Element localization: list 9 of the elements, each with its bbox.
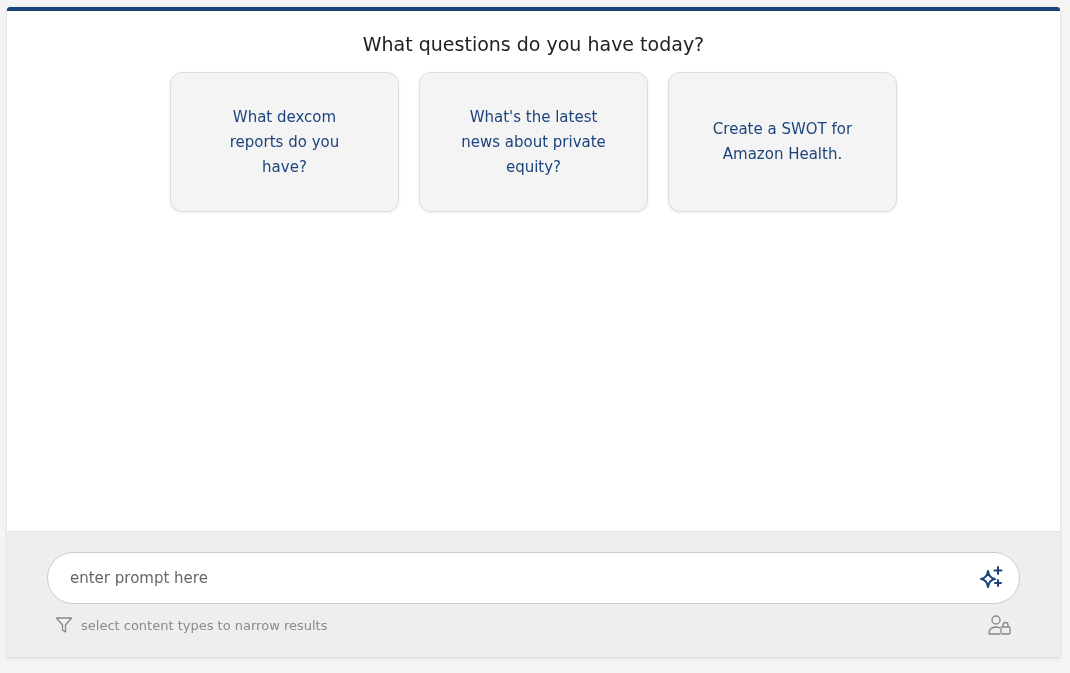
- prompt-field[interactable]: enter prompt here: [47, 552, 1020, 604]
- suggestion-card[interactable]: Create a SWOT for Amazon Health.: [668, 72, 897, 212]
- sparkle-icon[interactable]: [978, 565, 1004, 591]
- filter-hint: select content types to narrow results: [81, 617, 329, 633]
- user-lock-icon[interactable]: [988, 614, 1012, 636]
- heading: What questions do you have today?: [362, 33, 705, 55]
- filter-icon[interactable]: [55, 616, 73, 634]
- suggestion-card[interactable]: What's the latest news about private equity?: [419, 72, 648, 212]
- suggestion-card[interactable]: What dexcom reports do you have?: [170, 72, 399, 212]
